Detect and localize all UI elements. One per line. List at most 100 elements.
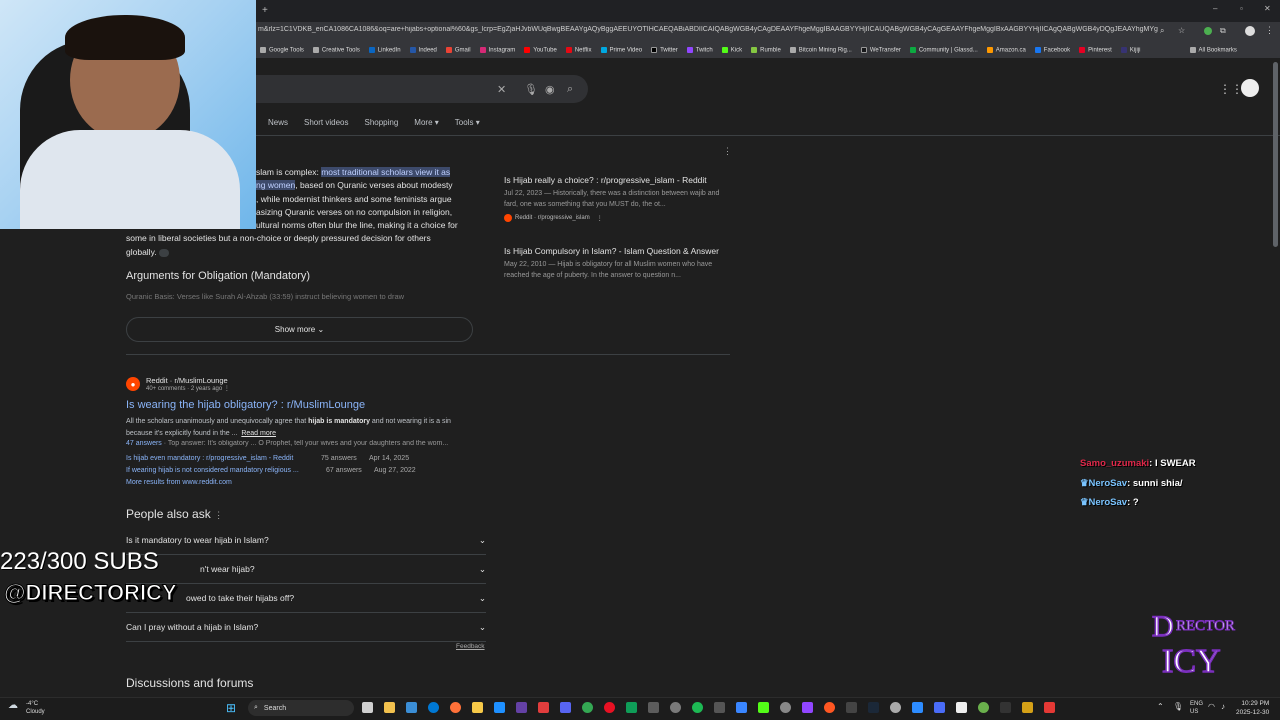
twitch-icon[interactable] [802, 702, 813, 713]
bookmark-gmail[interactable]: Gmail [445, 46, 471, 53]
bookmark-kijiji[interactable]: Kijiji [1120, 46, 1141, 53]
taskbar-app-icon[interactable] [824, 702, 835, 713]
taskbar-app-icon[interactable] [1022, 702, 1033, 713]
extensions-puzzle-icon[interactable]: ⧉ [1220, 26, 1226, 36]
obs-icon[interactable] [670, 702, 681, 713]
browser-menu-icon[interactable]: ⋮ [1265, 25, 1274, 36]
close-window-icon[interactable]: ✕ [1264, 4, 1271, 13]
apps-grid-icon[interactable]: ⋮⋮ [1219, 82, 1243, 96]
paa-question[interactable]: owed to take their hijabs off? ⌄ [126, 584, 486, 613]
taskbar-app-icon[interactable] [978, 702, 989, 713]
side-result-title[interactable]: Is Hijab Compulsory in Islam? - Islam Qu… [504, 246, 724, 256]
taskbar-app-icon[interactable] [626, 702, 637, 713]
taskbar-app-icon[interactable] [934, 702, 945, 713]
copilot-icon[interactable] [384, 702, 395, 713]
bookmark-netflix[interactable]: Netflix [565, 46, 592, 53]
taskbar-app-icon[interactable] [846, 702, 857, 713]
taskbar-app-icon[interactable] [780, 702, 791, 713]
overview-menu-icon[interactable]: ⋮ [723, 146, 732, 157]
paa-question[interactable]: Can I pray without a hijab in Islam? ⌄ [126, 613, 486, 642]
tab-more[interactable]: More ▾ [414, 118, 438, 127]
bookmark-facebook[interactable]: Facebook [1034, 46, 1070, 53]
side-result-title[interactable]: Is Hijab really a choice? : r/progressiv… [504, 175, 724, 185]
taskbar-app-icon[interactable] [1044, 702, 1055, 713]
bookmark-twitch[interactable]: Twitch [686, 46, 713, 53]
lens-search-icon[interactable]: ◉ [545, 83, 555, 96]
discord-icon[interactable] [560, 702, 571, 713]
taskbar-app-icon[interactable] [406, 702, 417, 713]
clear-search-icon[interactable]: ✕ [497, 83, 506, 96]
bookmark-creative-tools[interactable]: Creative Tools [312, 46, 360, 53]
taskbar-app-icon[interactable] [714, 702, 725, 713]
opera-icon[interactable] [604, 702, 615, 713]
bookmark-google-tools[interactable]: Google Tools [260, 46, 304, 53]
taskbar-search[interactable]: ⌕ Search [248, 700, 354, 716]
windows-start-icon[interactable]: ⊞ [226, 701, 236, 715]
result-title-link[interactable]: Is wearing the hijab obligatory? : r/Mus… [126, 399, 365, 411]
side-result[interactable]: Is Hijab Compulsory in Islam? - Islam Qu… [504, 246, 724, 281]
bookmark-star-icon[interactable]: ☆ [1178, 26, 1185, 35]
tab-shopping[interactable]: Shopping [364, 118, 398, 127]
kick-icon[interactable] [758, 702, 769, 713]
more-options-icon[interactable]: ⋮ [214, 510, 223, 520]
task-view-icon[interactable] [362, 702, 373, 713]
spotify-icon[interactable] [692, 702, 703, 713]
more-options-icon[interactable]: ⋮ [597, 215, 603, 222]
clock[interactable]: 10:29 PM 2025-12-30 [1236, 699, 1269, 717]
mic-icon[interactable]: 🎙 [1173, 702, 1183, 711]
paa-question[interactable]: Is it mandatory to wear hijab in Islam? ⌄ [126, 526, 486, 555]
bookmark-indeed[interactable]: Indeed [409, 46, 437, 53]
bookmark-twitter[interactable]: Twitter [651, 46, 678, 53]
show-more-button[interactable]: Show more ⌄ [126, 317, 473, 342]
capcut-icon[interactable] [956, 702, 967, 713]
taskbar-app-icon[interactable] [648, 702, 659, 713]
bookmark-youtube[interactable]: YouTube [524, 46, 557, 53]
tab-short-videos[interactable]: Short videos [304, 118, 348, 127]
new-tab-icon[interactable]: + [262, 5, 268, 16]
scrollbar-thumb[interactable] [1273, 62, 1278, 247]
bookmark-wetransfer[interactable]: WeTransfer [860, 46, 901, 53]
bookmark-pinterest[interactable]: Pinterest [1079, 46, 1112, 53]
url-text[interactable]: m&rlz=1C1VDKB_enCA1086CA1086&oq=are+hija… [258, 26, 1158, 33]
sub-result-link[interactable]: If wearing hijab is not considered manda… [126, 467, 326, 474]
tab-news[interactable]: News [268, 118, 288, 127]
search-input[interactable] [256, 75, 588, 103]
chevron-up-icon[interactable]: ⌃ [1157, 702, 1164, 711]
bookmark-linkedin[interactable]: LinkedIn [368, 46, 401, 53]
answers-link[interactable]: 47 answers [126, 440, 162, 447]
edge-icon[interactable] [428, 702, 439, 713]
profile-avatar-icon[interactable] [1245, 26, 1255, 36]
weather-widget[interactable]: ☁ -4°C Cloudy [8, 700, 45, 716]
search-icon[interactable]: ⌕ [567, 83, 573, 96]
minimize-icon[interactable]: – [1213, 4, 1217, 13]
link-icon[interactable] [158, 248, 169, 257]
side-result[interactable]: Is Hijab really a choice? : r/progressiv… [504, 175, 724, 222]
taskbar-app-icon[interactable] [912, 702, 923, 713]
taskbar-app-icon[interactable] [1000, 702, 1011, 713]
bookmark-prime-video[interactable]: Prime Video [600, 46, 642, 53]
zoom-icon[interactable]: ⌕ [1160, 26, 1164, 36]
tab-tools[interactable]: Tools ▾ [455, 118, 480, 127]
paa-question[interactable]: n't wear hijab? ⌄ [126, 555, 486, 584]
account-avatar[interactable] [1241, 79, 1259, 97]
bookmark-rumble[interactable]: Rumble [751, 46, 781, 53]
result-source[interactable]: ● Reddit · r/MuslimLounge 40+ comments ·… [126, 376, 230, 392]
firefox-icon[interactable] [450, 702, 461, 713]
read-more-link[interactable]: Read more [241, 430, 276, 437]
taskbar-app-icon[interactable] [538, 702, 549, 713]
sub-result-link[interactable]: Is hijab even mandatory : r/progressive_… [126, 455, 321, 462]
maximize-icon[interactable]: ▫ [1240, 4, 1243, 13]
steam-icon[interactable] [868, 702, 879, 713]
volume-icon[interactable]: ♪ [1221, 702, 1225, 711]
bookmark-glassdoor[interactable]: Community | Glassd... [909, 46, 978, 53]
taskbar-app-icon[interactable] [494, 702, 505, 713]
language-indicator[interactable]: ENG US [1190, 700, 1203, 716]
bookmark-kick[interactable]: Kick [721, 46, 742, 53]
bookmark-bitcoin[interactable]: Bitcoin Mining Rig... [789, 46, 852, 53]
bookmark-all[interactable]: All Bookmarks [1189, 46, 1237, 53]
feedback-link[interactable]: Feedback [456, 643, 485, 650]
wifi-icon[interactable]: ◠ [1208, 702, 1215, 711]
taskbar-app-icon[interactable] [890, 702, 901, 713]
taskbar-app-icon[interactable] [516, 702, 527, 713]
bookmark-instagram[interactable]: Instagram [479, 46, 515, 53]
